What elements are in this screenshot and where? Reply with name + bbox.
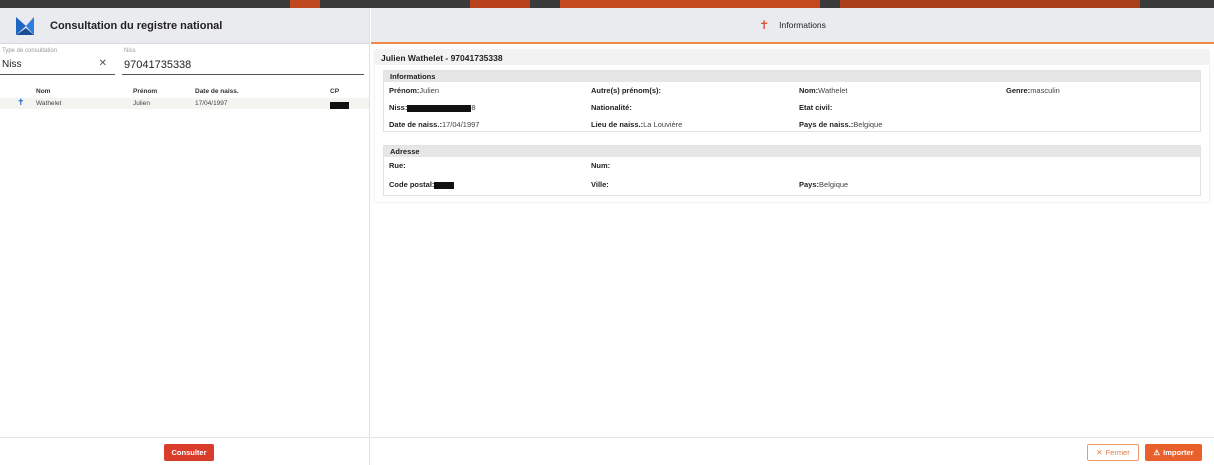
app-header: Consultation du registre national [0,8,369,44]
person-title: Julien Wathelet - 97041735338 [375,50,1209,65]
field-autres-prenoms: Autre(s) prénom(s): [591,86,662,95]
close-icon: ✕ [1096,448,1103,457]
results-table-header: Nom Prénom Date de naiss. CP [0,86,369,98]
niss-input-label: Niss [124,48,136,54]
field-genre: Genre:masculin [1006,86,1060,95]
field-num: Num: [591,161,611,170]
field-lieu-naissance: Lieu de naiss.:La Louvière [591,120,683,129]
field-rue: Rue: [389,161,406,170]
field-niss: Niss: 8 [389,103,476,112]
person-icon: ✝ [17,97,25,107]
row-prenom: Julien [133,100,150,107]
consultation-type-label: Type de consultation [2,48,58,54]
adresse-section: Adresse Rue: Num: Code postal: Ville: Pa… [383,145,1201,196]
field-nationalite: Nationalité: [591,103,632,112]
consultation-type-select[interactable]: Type de consultation Niss ✕ [0,47,115,75]
table-row[interactable]: ✝ Wathelet Julien 17/04/1997 [0,97,369,109]
niss-input-value: 97041735338 [124,59,192,71]
search-panel: Consultation du registre national Type d… [0,8,370,465]
details-header-title: Informations [779,20,826,30]
col-header-cp[interactable]: CP [330,88,339,95]
col-header-nom[interactable]: Nom [36,88,50,95]
informations-section-title: Informations [384,71,1200,82]
col-header-date[interactable]: Date de naiss. [195,88,239,95]
background-window-strip [0,0,1214,8]
col-header-prenom[interactable]: Prénom [133,88,157,95]
row-date: 17/04/1997 [195,100,228,107]
field-prenom: Prénom:Julien [389,86,440,95]
niss-input[interactable]: Niss 97041735338 [122,47,364,75]
field-etat-civil: Etat civil: [799,103,833,112]
field-code-postal: Code postal: [389,180,455,189]
details-header: ✝ Informations [371,8,1214,44]
clear-icon[interactable]: ✕ [99,58,107,69]
left-footer: Consulter [0,437,369,465]
adresse-section-title: Adresse [384,146,1200,157]
person-icon: ✝ [759,18,770,32]
row-nom: Wathelet [36,100,62,107]
warning-icon: ⚠ [1153,448,1161,457]
app-title: Consultation du registre national [50,19,223,32]
fermer-button[interactable]: ✕ Fermer [1087,444,1139,461]
informations-section: Informations Prénom:Julien Autre(s) prén… [383,70,1201,132]
field-ville: Ville: [591,180,609,189]
field-date-naissance: Date de naiss.:17/04/1997 [389,120,480,129]
search-filters: Type de consultation Niss ✕ Niss 9704173… [0,47,369,75]
person-card: Julien Wathelet - 97041735338 Informatio… [375,50,1209,202]
field-pays: Pays:Belgique [799,180,849,189]
right-footer: ✕ Fermer ⚠ Importer [371,437,1214,465]
app-logo-icon [16,16,34,35]
field-pays-naissance: Pays de naiss.:Belgique [799,120,883,129]
importer-button[interactable]: ⚠ Importer [1145,444,1202,461]
details-panel: ✝ Informations Julien Wathelet - 9704173… [371,8,1214,465]
field-nom: Nom:Wathelet [799,86,848,95]
consulter-button[interactable]: Consulter [164,444,214,461]
consultation-type-value: Niss [2,59,22,70]
